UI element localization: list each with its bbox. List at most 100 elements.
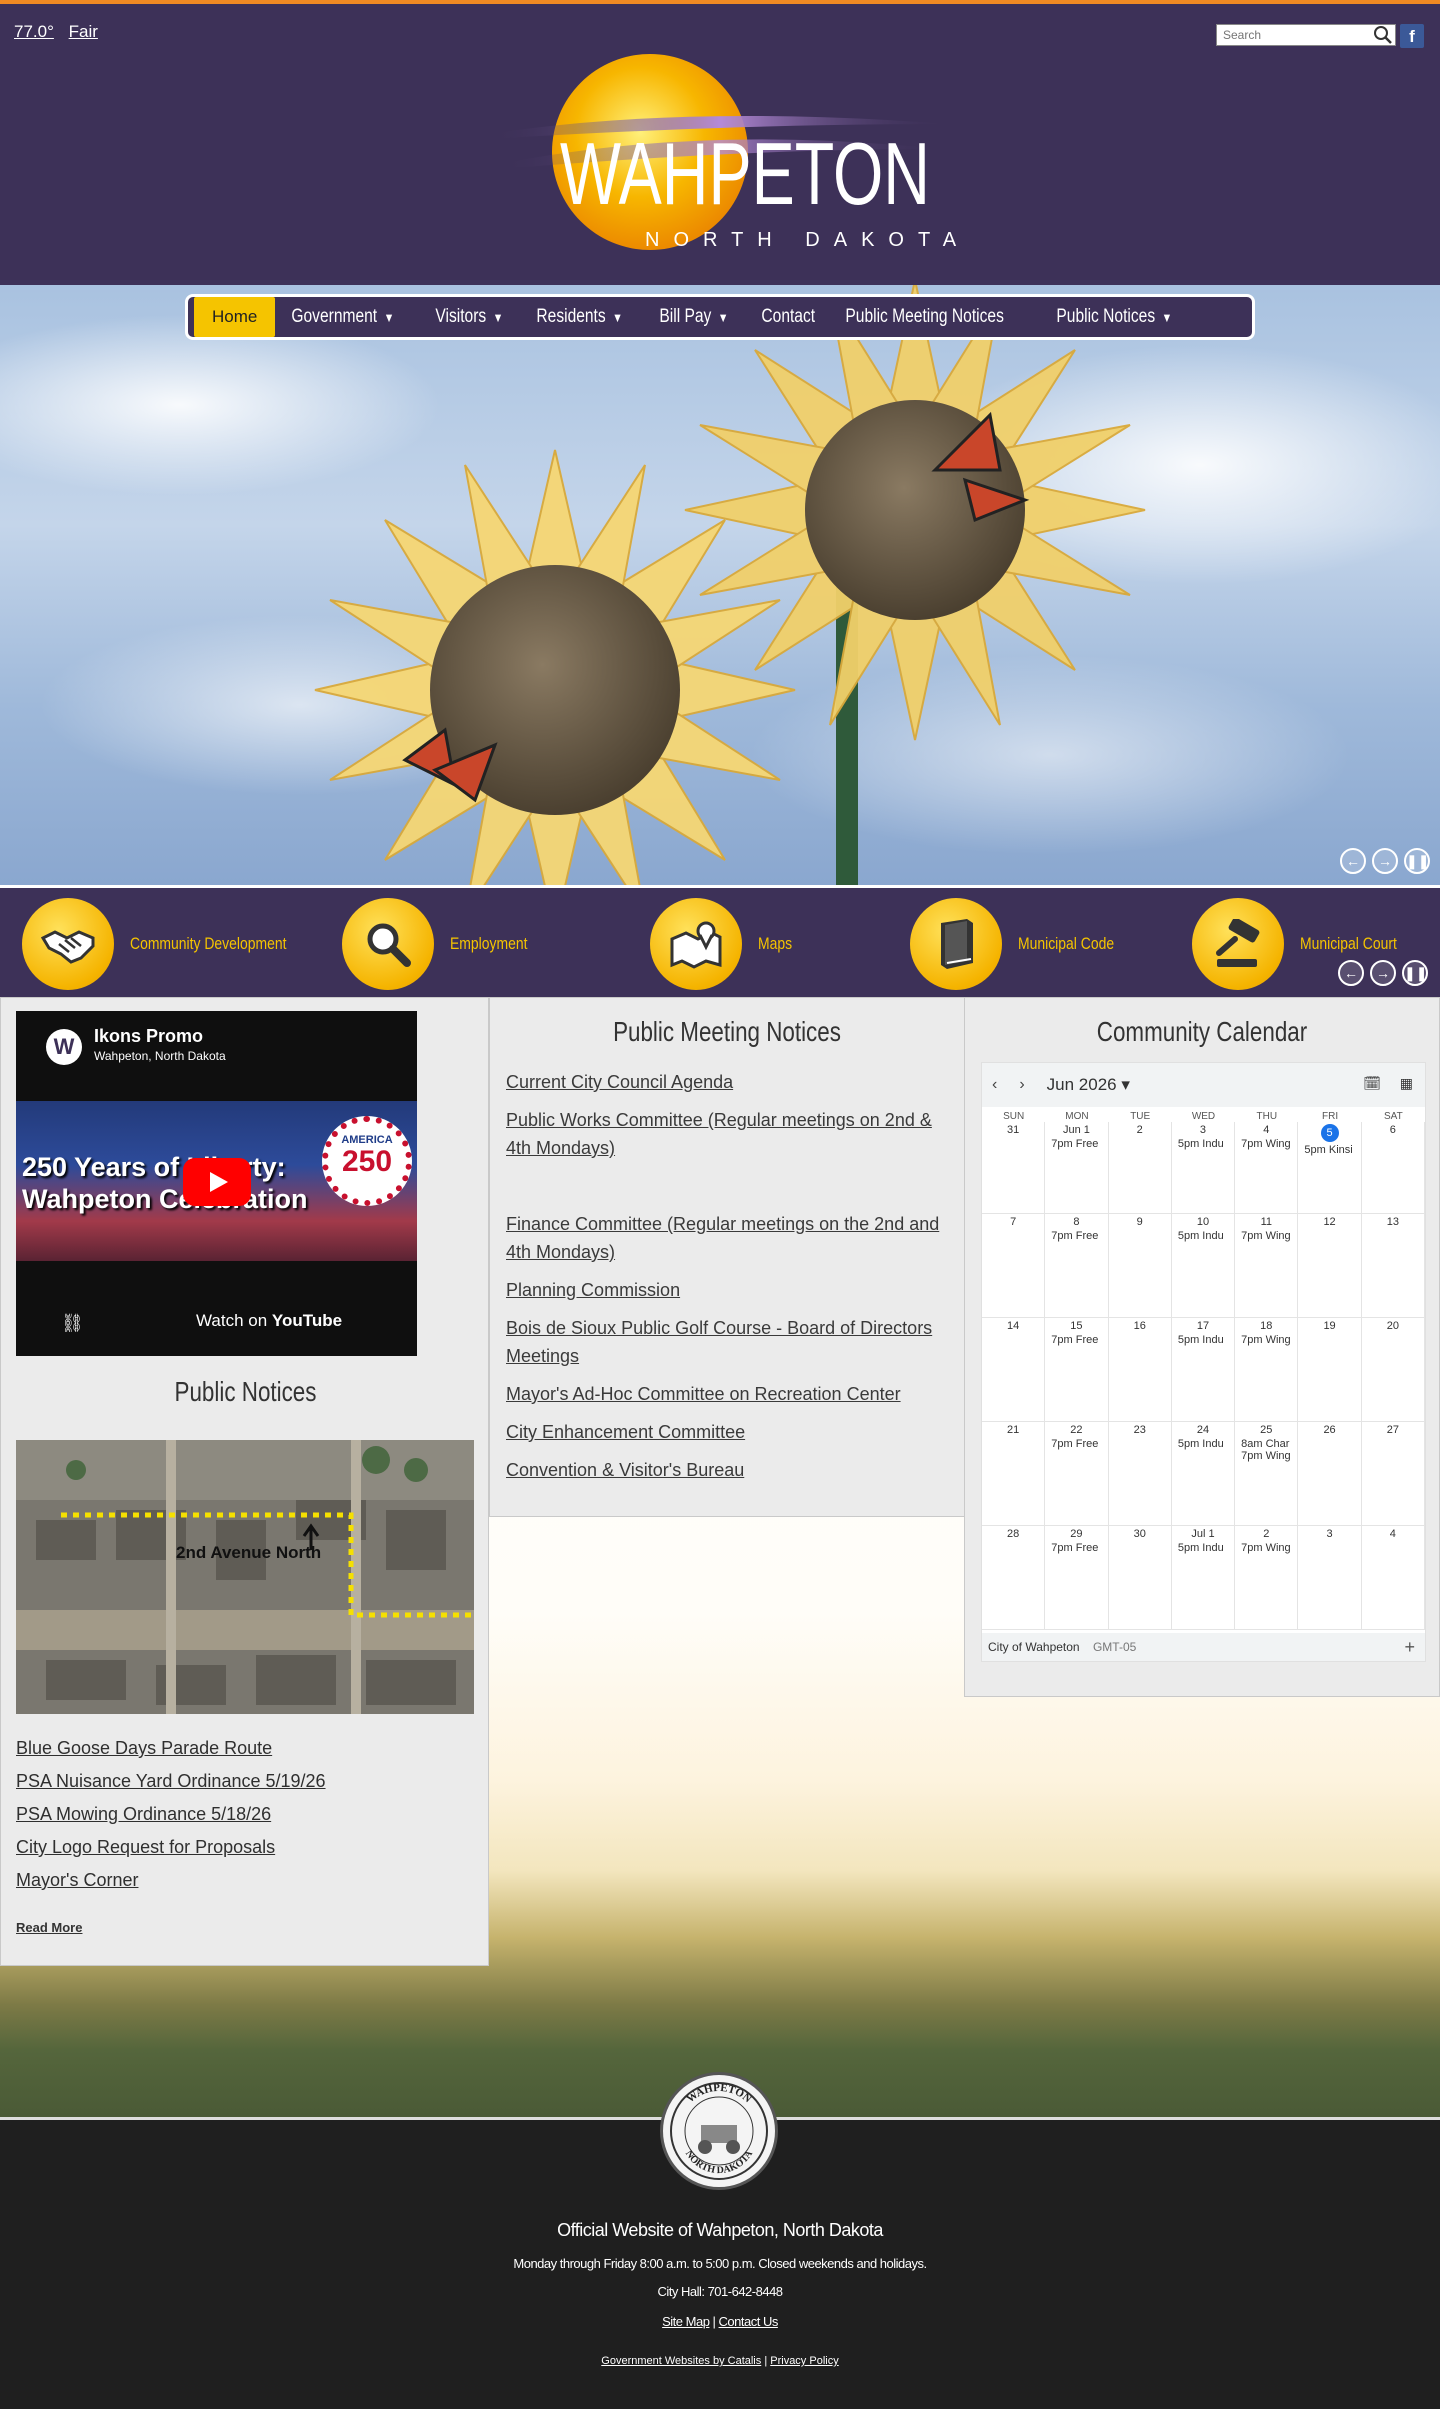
calendar-date[interactable]: 4	[1235, 1124, 1297, 1136]
notice-link[interactable]: Blue Goose Days Parade Route	[16, 1738, 326, 1759]
calendar-date[interactable]: 8	[1045, 1216, 1107, 1228]
previous-arrow-icon[interactable]: ←	[1338, 960, 1364, 986]
calendar-event[interactable]: 5pm Indu	[1172, 1138, 1234, 1150]
calendar-event[interactable]: 7pm Wing	[1235, 1334, 1297, 1346]
nav-visitors[interactable]: Visitors ▼	[419, 297, 520, 337]
notice-link[interactable]: Mayor's Corner	[16, 1870, 326, 1891]
calendar-day-cell[interactable]: 7	[982, 1214, 1046, 1318]
youtube-video-embed[interactable]: W Ikons Promo Wahpeton, North Dakota 250…	[16, 1011, 417, 1356]
nav-residents[interactable]: Residents ▼	[520, 297, 639, 337]
calendar-day-cell[interactable]: 21	[982, 1422, 1046, 1526]
calendar-day-cell[interactable]: 27	[1361, 1422, 1425, 1526]
calendar-date[interactable]: 11	[1235, 1216, 1297, 1228]
calendar-date[interactable]: 25	[1235, 1424, 1297, 1436]
calendar-day-cell[interactable]: 22 7pm Free	[1045, 1422, 1109, 1526]
calendar-date[interactable]: 23	[1109, 1424, 1171, 1436]
weather-widget[interactable]: 77.0° Fair	[14, 22, 108, 42]
video-thumbnail[interactable]: 250 Years of Liberty: Wahpeton Celebratio…	[16, 1101, 417, 1261]
notice-link[interactable]: City Logo Request for Proposals	[16, 1837, 326, 1858]
calendar-date[interactable]: Jun 1	[1045, 1124, 1107, 1136]
calendar-date[interactable]: 6	[1362, 1124, 1424, 1136]
next-month-icon[interactable]: ›	[1019, 1076, 1024, 1094]
calendar-month-selector[interactable]: Jun 2026 ▾	[1047, 1075, 1130, 1095]
calendar-day-cell[interactable]: Jul 1 5pm Indu	[1171, 1526, 1236, 1630]
meeting-link[interactable]: Planning Commission	[506, 1276, 952, 1304]
calendar-event[interactable]: 7pm Wing	[1235, 1138, 1297, 1150]
calendar-date[interactable]: 2	[1109, 1124, 1171, 1136]
notice-link[interactable]: PSA Mowing Ordinance 5/18/26	[16, 1804, 326, 1825]
calendar-date[interactable]: 12	[1298, 1216, 1360, 1228]
calendar-date[interactable]: 26	[1298, 1424, 1360, 1436]
nav-public-meeting-notices[interactable]: Public Meeting Notices	[829, 297, 1020, 337]
calendar-date[interactable]: 16	[1109, 1320, 1171, 1332]
calendar-event[interactable]: 7pm Wing	[1235, 1230, 1297, 1242]
previous-arrow-icon[interactable]: ←	[1340, 848, 1366, 874]
calendar-day-cell[interactable]: 28	[982, 1526, 1046, 1630]
calendar-day-cell[interactable]: 3	[1298, 1526, 1362, 1630]
pause-icon[interactable]: ❚❚	[1402, 960, 1428, 986]
calendar-day-cell[interactable]: 2 7pm Wing	[1235, 1526, 1299, 1630]
calendar-day-cell[interactable]: 31	[982, 1122, 1046, 1214]
calendar-day-cell[interactable]: 6	[1361, 1122, 1425, 1214]
calendar-date[interactable]: 24	[1172, 1424, 1234, 1436]
calendar-date[interactable]: 29	[1045, 1528, 1107, 1540]
weather-temp[interactable]: 77.0°	[14, 22, 54, 41]
calendar-day-cell[interactable]: 30	[1108, 1526, 1172, 1630]
calendar-event[interactable]: 7pm Free	[1045, 1438, 1107, 1450]
calendar-date[interactable]: 18	[1235, 1320, 1297, 1332]
meeting-link[interactable]: Mayor's Ad-Hoc Committee on Recreation C…	[506, 1380, 952, 1408]
contact-us-link[interactable]: Contact Us	[719, 2314, 779, 2329]
calendar-date[interactable]: 14	[982, 1320, 1044, 1332]
calendar-day-cell[interactable]: 23	[1108, 1422, 1172, 1526]
calendar-event[interactable]: 7pm Wing	[1235, 1450, 1297, 1462]
video-title[interactable]: Ikons Promo	[94, 1026, 203, 1047]
privacy-policy-link[interactable]: Privacy Policy	[770, 2355, 838, 2367]
quicklink-community-development[interactable]: Community Development	[22, 898, 321, 990]
nav-government[interactable]: Government ▼	[275, 297, 411, 337]
calendar-day-cell[interactable]: 10 5pm Indu	[1171, 1214, 1236, 1318]
calendar-date[interactable]: 9	[1109, 1216, 1171, 1228]
calendar-event[interactable]: 5pm Kinsi	[1298, 1144, 1360, 1156]
nav-public-notices[interactable]: Public Notices ▼	[1040, 297, 1189, 337]
calendar-day-cell[interactable]: 15 7pm Free	[1045, 1318, 1109, 1422]
watch-on-youtube-button[interactable]: Watch on YouTube	[196, 1311, 342, 1331]
calendar-day-cell[interactable]: 18 7pm Wing	[1235, 1318, 1299, 1422]
calendar-date[interactable]: 27	[1362, 1424, 1424, 1436]
calendar-day-cell[interactable]: 3 5pm Indu	[1171, 1122, 1236, 1214]
play-button-icon[interactable]	[183, 1158, 251, 1206]
calendar-date[interactable]: Jul 1	[1172, 1528, 1234, 1540]
prev-month-icon[interactable]: ‹	[992, 1076, 997, 1094]
calendar-event[interactable]: 7pm Free	[1045, 1334, 1107, 1346]
calendar-date[interactable]: 21	[982, 1424, 1044, 1436]
calendar-day-cell[interactable]: 12	[1298, 1214, 1362, 1318]
calendar-date[interactable]: 31	[982, 1124, 1044, 1136]
add-calendar-icon[interactable]: +	[1404, 1633, 1415, 1661]
meeting-link[interactable]: Convention & Visitor's Bureau	[506, 1456, 952, 1484]
calendar-date[interactable]: 3	[1298, 1528, 1360, 1540]
channel-avatar[interactable]: W	[46, 1029, 82, 1065]
pause-icon[interactable]: ❚❚	[1404, 848, 1430, 874]
quicklink-employment[interactable]: Employment	[342, 898, 544, 990]
calendar-day-cell[interactable]: 8 7pm Free	[1045, 1214, 1109, 1318]
next-arrow-icon[interactable]: →	[1372, 848, 1398, 874]
catalis-link[interactable]: Government Websites by Catalis	[601, 2355, 761, 2367]
facebook-icon[interactable]: f	[1400, 24, 1424, 48]
nav-bill-pay[interactable]: Bill Pay ▼	[643, 297, 745, 337]
calendar-day-cell[interactable]: 13	[1361, 1214, 1425, 1318]
calendar-date[interactable]: 19	[1298, 1320, 1360, 1332]
calendar-event[interactable]: 8am Char	[1235, 1438, 1297, 1450]
search-icon[interactable]	[1373, 25, 1393, 45]
calendar-day-cell[interactable]: 2	[1108, 1122, 1172, 1214]
calendar-date[interactable]: 3	[1172, 1124, 1234, 1136]
calendar-event[interactable]: 7pm Free	[1045, 1138, 1107, 1150]
calendar-date[interactable]: 30	[1109, 1528, 1171, 1540]
calendar-date[interactable]: 2	[1235, 1528, 1297, 1540]
search-input[interactable]	[1217, 28, 1367, 42]
calendar-day-cell[interactable]: 24 5pm Indu	[1171, 1422, 1236, 1526]
calendar-day-cell[interactable]: 5 5pm Kinsi	[1298, 1122, 1362, 1214]
calendar-day-cell[interactable]: 16	[1108, 1318, 1172, 1422]
quicklink-maps[interactable]: Maps	[650, 898, 800, 990]
calendar-event[interactable]: 7pm Free	[1045, 1542, 1107, 1554]
calendar-event[interactable]: 5pm Indu	[1172, 1230, 1234, 1242]
meeting-link[interactable]: Current City Council Agenda	[506, 1068, 952, 1096]
